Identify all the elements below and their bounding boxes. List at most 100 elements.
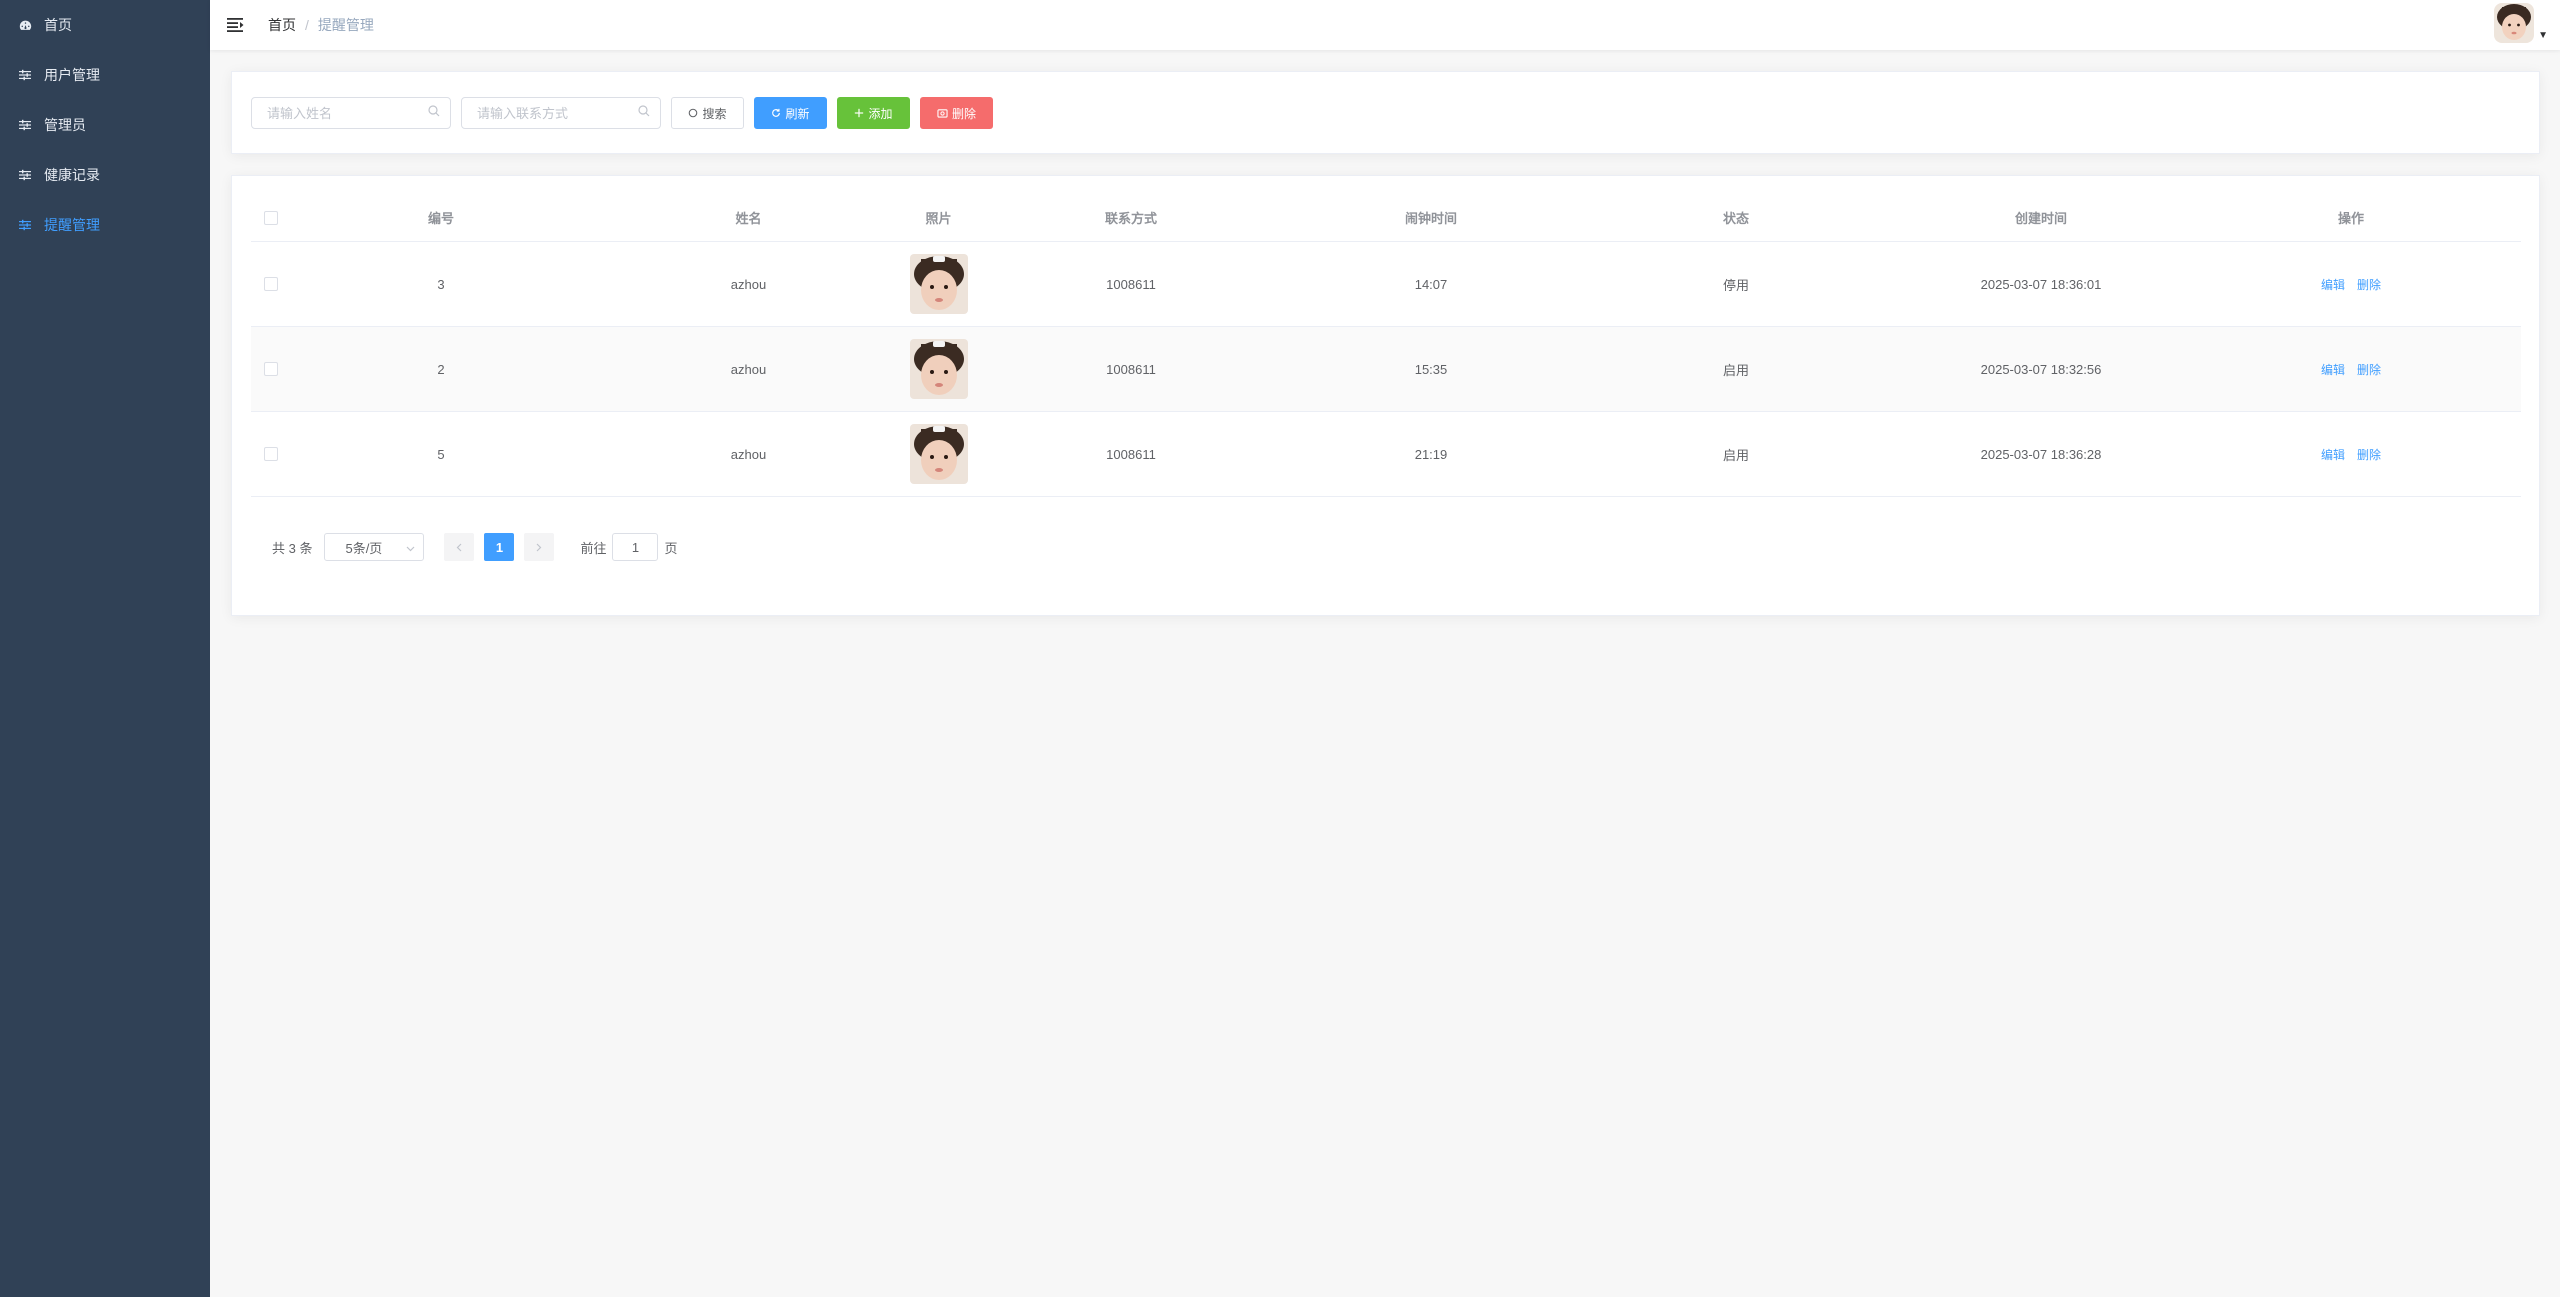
header-id: 编号	[427, 211, 454, 226]
cell-alarm-time: 15:35	[1414, 361, 1448, 377]
table-row: 2 azhou 1008611 15:35 启用 2025-03-07 18:3…	[251, 327, 2521, 412]
cell-ops: 编辑 删除	[2181, 276, 2521, 293]
hamburger-icon[interactable]	[226, 15, 246, 35]
pagination-total: 共 3 条	[272, 540, 313, 556]
breadcrumb-home[interactable]: 首页	[268, 15, 296, 35]
delete-link[interactable]: 删除	[2357, 276, 2381, 293]
cell-status: 启用	[1722, 362, 1749, 378]
header-created: 创建时间	[2014, 211, 2067, 226]
cell-ops: 编辑 删除	[2181, 446, 2521, 463]
sidebar: 首页 用户管理 管理员 健康记录 提醒管理	[0, 0, 210, 1297]
refresh-button-label: 刷新	[785, 106, 810, 121]
row-checkbox-cell	[251, 362, 291, 376]
page-size-value: 5条/页	[345, 540, 383, 556]
top-navbar: 首页 / 提醒管理 ▼	[210, 0, 2560, 50]
sidebar-item-label: 管理员	[44, 117, 86, 133]
sliders-icon	[18, 168, 32, 182]
header-phone: 联系方式	[1104, 211, 1157, 226]
header-alarm-time: 闹钟时间	[1404, 211, 1457, 226]
dashboard-icon	[18, 18, 32, 32]
sidebar-item-health-records[interactable]: 健康记录	[0, 150, 210, 200]
goto-page-input[interactable]	[612, 533, 659, 561]
add-button[interactable]: 添加	[837, 97, 910, 129]
page-number-button[interactable]: 1	[484, 533, 515, 561]
breadcrumb-separator: /	[305, 17, 309, 33]
delete-icon	[937, 108, 948, 118]
chevron-left-icon	[457, 543, 462, 551]
photo-thumbnail[interactable]	[909, 339, 968, 399]
prev-page-button[interactable]	[444, 533, 475, 561]
sidebar-item-users[interactable]: 用户管理	[0, 50, 210, 100]
sidebar-item-home[interactable]: 首页	[0, 0, 210, 50]
cell-status: 启用	[1722, 447, 1749, 463]
sidebar-item-label: 用户管理	[44, 67, 100, 83]
pagination: 共 3 条 5条/页 1 前往 页	[272, 533, 678, 561]
next-page-button[interactable]	[524, 533, 555, 561]
cell-id: 5	[437, 446, 445, 462]
phone-search-input[interactable]	[477, 105, 638, 121]
breadcrumb: 首页 / 提醒管理	[268, 15, 374, 35]
edit-link[interactable]: 编辑	[2321, 361, 2345, 378]
select-all-checkbox[interactable]	[264, 210, 278, 225]
delete-button-label: 删除	[951, 106, 976, 121]
cell-name: azhou	[730, 361, 767, 377]
sidebar-item-label: 首页	[44, 17, 72, 33]
search-panel: 搜索 刷新 添加 删除	[231, 71, 2540, 154]
cell-photo	[906, 424, 971, 484]
delete-link[interactable]: 删除	[2357, 446, 2381, 463]
breadcrumb-current: 提醒管理	[317, 17, 374, 33]
table-row: 3 azhou 1008611 14:07 停用 2025-03-07 18:3…	[251, 242, 2521, 327]
cell-name: azhou	[730, 276, 767, 292]
toolbar: 搜索 刷新 添加 删除	[251, 97, 1003, 129]
user-menu[interactable]: ▼	[2494, 3, 2548, 43]
row-checkbox[interactable]	[264, 277, 278, 291]
page-jump: 前往 页	[580, 533, 678, 561]
header-ops: 操作	[2337, 211, 2364, 226]
sidebar-item-label: 健康记录	[44, 167, 100, 183]
cell-id: 2	[437, 361, 445, 377]
edit-link[interactable]: 编辑	[2321, 276, 2345, 293]
delete-button[interactable]: 删除	[920, 97, 993, 129]
search-button[interactable]: 搜索	[671, 97, 744, 129]
page-suffix-label: 页	[664, 540, 678, 556]
sliders-icon	[18, 218, 32, 232]
avatar[interactable]	[2494, 3, 2535, 43]
plus-icon	[854, 108, 864, 118]
cell-created: 2025-03-07 18:36:01	[1980, 276, 2102, 292]
photo-thumbnail[interactable]	[909, 254, 968, 314]
cell-photo	[906, 254, 971, 314]
row-checkbox-cell	[251, 447, 291, 461]
delete-link[interactable]: 删除	[2357, 361, 2381, 378]
chevron-right-icon	[537, 543, 542, 551]
name-search-input[interactable]	[267, 105, 428, 121]
goto-label: 前往	[580, 540, 607, 556]
search-icon	[688, 108, 698, 118]
sidebar-item-admins[interactable]: 管理员	[0, 100, 210, 150]
cell-phone: 1008611	[1106, 361, 1156, 377]
caret-down-icon: ▼	[2538, 30, 2548, 41]
row-checkbox[interactable]	[264, 447, 278, 461]
edit-link[interactable]: 编辑	[2321, 446, 2345, 463]
header-photo: 照片	[925, 211, 952, 226]
header-checkbox-cell	[251, 210, 291, 225]
cell-alarm-time: 14:07	[1414, 276, 1448, 292]
cell-photo	[906, 339, 971, 399]
row-checkbox[interactable]	[264, 362, 278, 376]
header-status: 状态	[1722, 211, 1749, 226]
table-row: 5 azhou 1008611 21:19 启用 2025-03-07 18:3…	[251, 412, 2521, 497]
refresh-button[interactable]: 刷新	[754, 97, 827, 129]
page-size-select[interactable]: 5条/页	[324, 533, 425, 561]
photo-thumbnail[interactable]	[909, 424, 968, 484]
refresh-icon	[771, 108, 781, 118]
header-name: 姓名	[735, 211, 762, 226]
phone-search-field[interactable]	[461, 97, 661, 129]
cell-created: 2025-03-07 18:32:56	[1980, 361, 2102, 377]
cell-status: 停用	[1722, 277, 1749, 293]
search-button-label: 搜索	[702, 106, 727, 121]
sidebar-item-reminders[interactable]: 提醒管理	[0, 200, 210, 250]
chevron-down-icon	[406, 540, 415, 555]
search-icon	[428, 104, 440, 122]
row-checkbox-cell	[251, 277, 291, 291]
table-header-row: 编号 姓名 照片 联系方式 闹钟时间 状态 创建时间 操作	[251, 194, 2521, 242]
name-search-field[interactable]	[251, 97, 451, 129]
